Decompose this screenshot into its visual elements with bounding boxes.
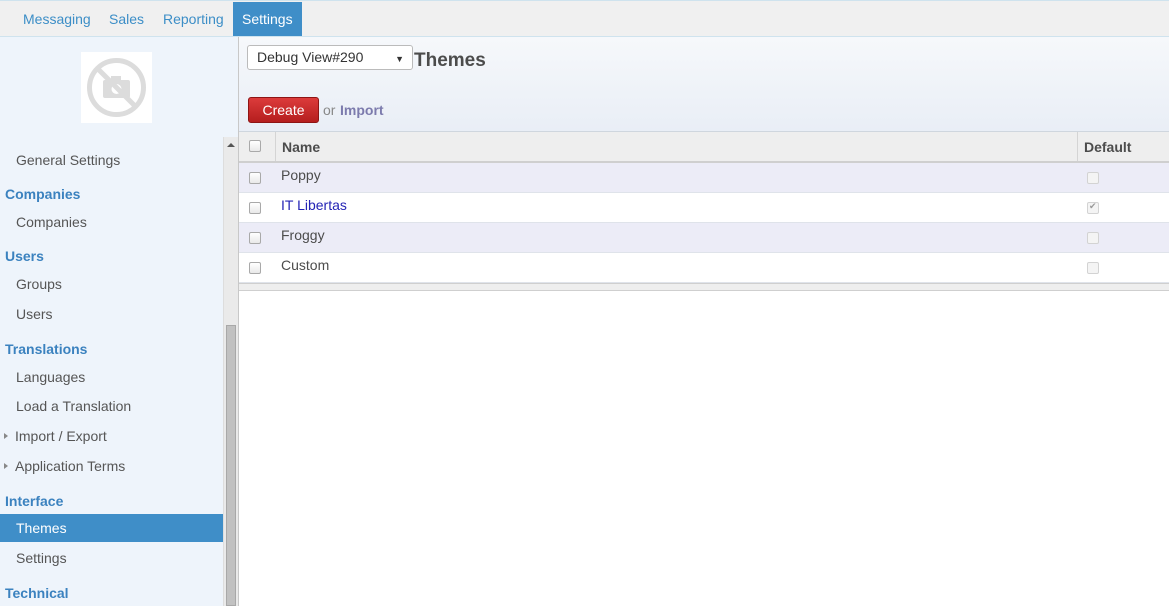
company-logo[interactable]	[81, 52, 152, 123]
sidebar-section-interface: Interface	[5, 493, 64, 509]
create-button[interactable]: Create	[248, 97, 319, 123]
row-checkbox[interactable]	[249, 202, 261, 214]
table-row[interactable]: Custom	[239, 253, 1169, 283]
dropdown-arrow-icon: ▼	[395, 54, 404, 64]
column-header-name[interactable]: Name	[282, 139, 320, 155]
row-checkbox[interactable]	[249, 172, 261, 184]
row-name[interactable]: Custom	[281, 257, 329, 273]
page-title: Themes	[414, 50, 486, 71]
scrollbar-thumb[interactable]	[226, 325, 236, 606]
sidebar: General Settings Companies Companies Use…	[0, 37, 239, 606]
sidebar-section-companies: Companies	[5, 186, 81, 202]
column-header-default[interactable]: Default	[1084, 139, 1131, 155]
column-divider	[1077, 132, 1078, 161]
sidebar-item-groups[interactable]: Groups	[0, 270, 223, 298]
import-link[interactable]: Import	[340, 102, 384, 118]
caret-right-icon	[4, 463, 8, 469]
select-all-checkbox[interactable]	[249, 140, 261, 152]
or-label: or	[323, 102, 336, 118]
sidebar-section-technical: Technical	[5, 585, 69, 601]
table-row[interactable]: IT Libertas	[239, 193, 1169, 223]
sidebar-item-languages[interactable]: Languages	[0, 363, 223, 391]
menu-messaging[interactable]: Messaging	[14, 2, 100, 36]
sidebar-scrollbar[interactable]	[223, 137, 238, 606]
default-checkbox	[1087, 262, 1099, 274]
sidebar-section-users: Users	[5, 248, 44, 264]
sidebar-item-import-export[interactable]: Import / Export	[0, 422, 223, 450]
table-row[interactable]: Froggy	[239, 223, 1169, 253]
debug-view-select[interactable]: Debug View#290 ▼	[247, 45, 413, 70]
menu-reporting[interactable]: Reporting	[154, 2, 233, 36]
sidebar-item-themes[interactable]: Themes	[0, 514, 223, 542]
default-checkbox	[1087, 201, 1099, 214]
view-header: Debug View#290 ▼ Themes Create or Import	[239, 37, 1169, 132]
sidebar-item-label: Application Terms	[15, 458, 126, 474]
caret-right-icon	[4, 433, 8, 439]
row-checkbox[interactable]	[249, 232, 261, 244]
sidebar-item-users[interactable]: Users	[0, 300, 223, 328]
table-row[interactable]: Poppy	[239, 163, 1169, 193]
row-name[interactable]: Poppy	[281, 167, 321, 183]
sidebar-item-load-translation[interactable]: Load a Translation	[0, 392, 223, 420]
sidebar-section-translations: Translations	[5, 341, 88, 357]
sidebar-item-application-terms[interactable]: Application Terms	[0, 452, 223, 480]
menu-sales[interactable]: Sales	[100, 2, 153, 36]
table-footer	[239, 283, 1169, 291]
top-menu-bar: Messaging Sales Reporting Settings	[0, 0, 1169, 37]
sidebar-item-label: Import / Export	[15, 428, 107, 444]
row-checkbox[interactable]	[249, 262, 261, 274]
debug-view-value: Debug View#290	[257, 49, 364, 65]
menu-settings[interactable]: Settings	[233, 2, 302, 36]
scroll-up-icon[interactable]	[227, 143, 235, 147]
table-header: Name Default	[239, 132, 1169, 163]
sidebar-item-general-settings[interactable]: General Settings	[0, 146, 223, 174]
row-name[interactable]: IT Libertas	[281, 197, 347, 213]
sidebar-item-settings[interactable]: Settings	[0, 544, 223, 572]
no-camera-icon	[87, 58, 146, 117]
row-name[interactable]: Froggy	[281, 227, 325, 243]
column-divider	[275, 132, 276, 161]
default-checkbox	[1087, 172, 1099, 184]
sidebar-item-companies[interactable]: Companies	[0, 208, 223, 236]
default-checkbox	[1087, 232, 1099, 244]
